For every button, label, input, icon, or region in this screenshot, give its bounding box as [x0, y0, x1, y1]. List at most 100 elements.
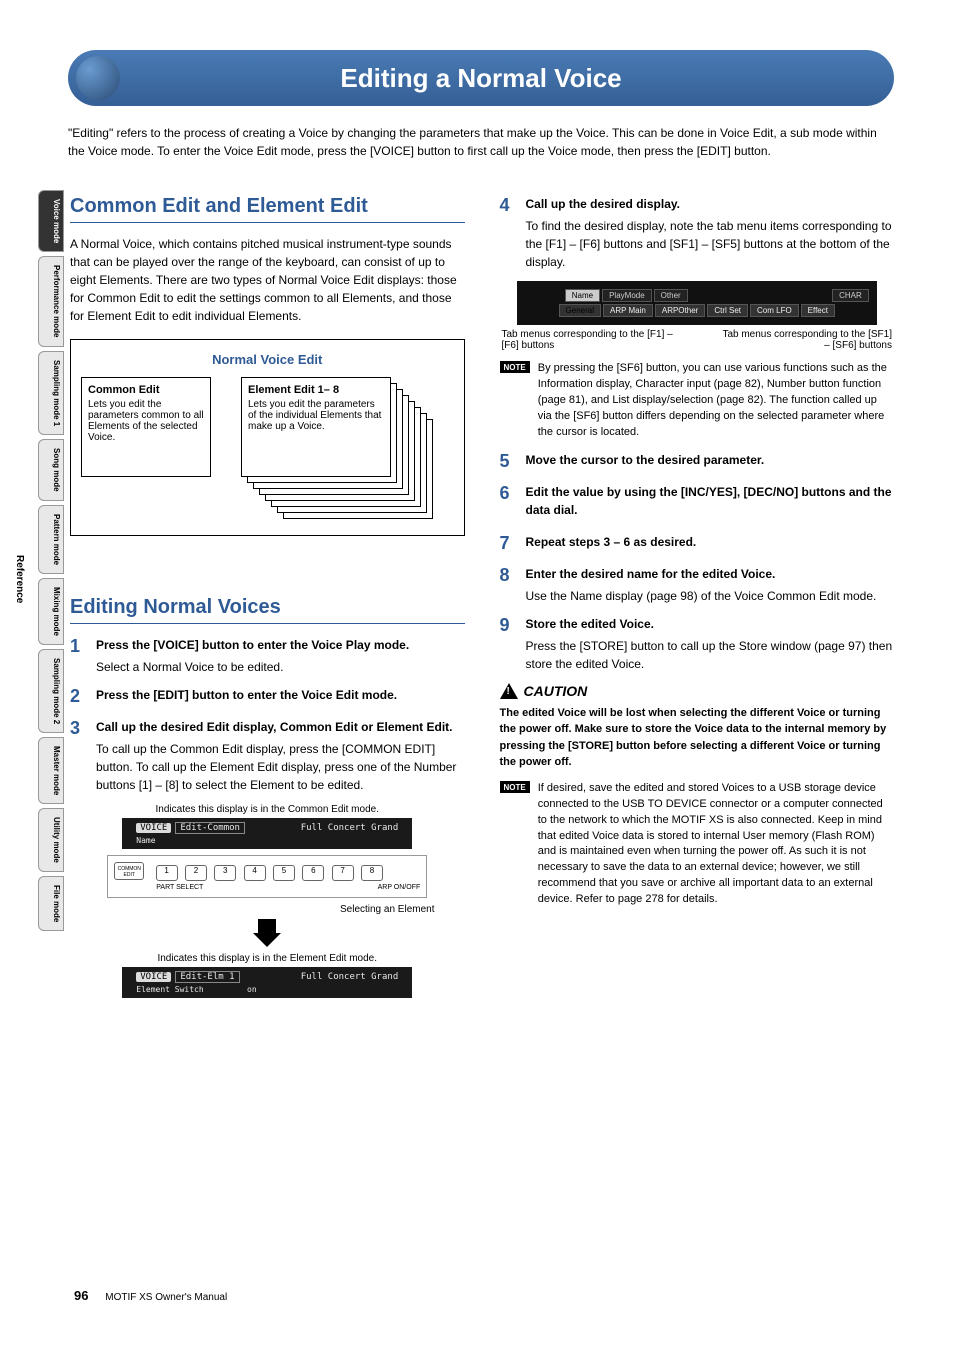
sidebar-tab-song[interactable]: Song mode [38, 439, 64, 501]
step-7: 7 Repeat steps 3 – 6 as desired. [500, 533, 895, 555]
common-edit-button[interactable]: COMMON EDIT [114, 862, 144, 880]
common-edit-description: A Normal Voice, which contains pitched m… [70, 235, 465, 325]
number-button-5[interactable]: 5 [273, 865, 295, 881]
sidebar-tab-utility[interactable]: Utility mode [38, 808, 64, 872]
number-button-4[interactable]: 4 [244, 865, 266, 881]
note-sf6-text: By pressing the [SF6] button, you can us… [538, 361, 894, 441]
caption-common-edit-mode: Indicates this display is in the Common … [70, 804, 465, 815]
page-title: Editing a Normal Voice [340, 63, 621, 94]
lcd1-preset-name: Full Concert Grand [301, 823, 399, 833]
sidebar-tab-sampling1[interactable]: Sampling mode 1 [38, 351, 64, 435]
label-arp-onoff: ARP ON/OFF [378, 884, 421, 891]
sidebar-tab-file[interactable]: File mode [38, 876, 64, 931]
sidebar-tab-pattern[interactable]: Pattern mode [38, 505, 64, 574]
lcd2-preset-name: Full Concert Grand [301, 972, 399, 982]
sidebar-tab-performance[interactable]: Performance mode [38, 256, 64, 346]
number-button-8[interactable]: 8 [361, 865, 383, 881]
caution-label: CAUTION [524, 683, 588, 699]
right-column: 4 Call up the desired display. To find t… [500, 195, 895, 998]
lcd-tabs-display: Name PlayMode Other CHAR General ARP Mai… [517, 281, 877, 325]
note-usb: NOTE If desired, save the edited and sto… [500, 781, 895, 909]
sidebar: Voice mode Performance mode Sampling mod… [38, 190, 64, 935]
step-4-body: To find the desired display, note the ta… [526, 217, 895, 271]
note-badge-icon: NOTE [500, 361, 530, 373]
tab-char[interactable]: CHAR [832, 289, 869, 302]
number-button-2[interactable]: 2 [185, 865, 207, 881]
note-badge-icon-2: NOTE [500, 781, 530, 793]
lcd-element-edit: VOICE Edit-Elm 1 Full Concert Grand Elem… [117, 967, 417, 998]
sidebar-tab-sampling2[interactable]: Sampling mode 2 [38, 649, 64, 733]
note-usb-text: If desired, save the edited and stored V… [538, 781, 894, 909]
heading-common-element: Common Edit and Element Edit [70, 195, 465, 223]
tab-effect[interactable]: Effect [801, 304, 835, 317]
number-button-7[interactable]: 7 [332, 865, 354, 881]
number-button-6[interactable]: 6 [302, 865, 324, 881]
step-4-number: 4 [500, 195, 518, 271]
reference-label: Reference [14, 555, 25, 603]
step-9-title: Store the edited Voice. [526, 615, 895, 633]
number-button-3[interactable]: 3 [214, 865, 236, 881]
lcd2-on: on [247, 985, 257, 994]
label-f1-f6: Tab menus corresponding to the [F1] – [F… [502, 329, 678, 351]
note-sf6: NOTE By pressing the [SF6] button, you c… [500, 361, 895, 441]
step-5-number: 5 [500, 451, 518, 473]
step-3-body: To call up the Common Edit display, pres… [96, 740, 465, 794]
label-selecting-element: Selecting an Element [70, 904, 435, 915]
step-5-title: Move the cursor to the desired parameter… [526, 451, 895, 469]
page-title-bar: Editing a Normal Voice [68, 50, 894, 106]
lcd1-row2: Name [136, 836, 398, 845]
step-2-number: 2 [70, 686, 88, 708]
lcd-common-edit: VOICE Edit-Common Full Concert Grand Nam… [117, 818, 417, 849]
tab-general[interactable]: General [559, 304, 601, 317]
label-sf1-sf6: Tab menus corresponding to the [SF1] – [… [716, 329, 892, 351]
tab-arp-other[interactable]: ARPOther [655, 304, 705, 317]
lcd1-voice: VOICE [136, 823, 171, 833]
button-row: COMMON EDIT 1 2 3 4 5 6 7 8 PART SELECT … [107, 855, 427, 898]
number-button-1[interactable]: 1 [156, 865, 178, 881]
element-edit-stack: Element Edit 1– 8 Lets you edit the para… [241, 377, 411, 517]
step-8-title: Enter the desired name for the edited Vo… [526, 565, 895, 583]
tab-arp-main[interactable]: ARP Main [603, 304, 653, 317]
step-3: 3 Call up the desired Edit display, Comm… [70, 718, 465, 794]
step-8: 8 Enter the desired name for the edited … [500, 565, 895, 605]
step-7-title: Repeat steps 3 – 6 as desired. [526, 533, 895, 551]
step-3-number: 3 [70, 718, 88, 794]
step-8-number: 8 [500, 565, 518, 605]
step-6: 6 Edit the value by using the [INC/YES],… [500, 483, 895, 523]
caution-heading: CAUTION [500, 683, 895, 699]
normal-voice-edit-diagram: Normal Voice Edit Common Edit Lets you e… [70, 339, 465, 536]
tab-name[interactable]: Name [565, 289, 600, 302]
step-4: 4 Call up the desired display. To find t… [500, 195, 895, 271]
arrow-down-tri-icon [253, 933, 281, 947]
caption-element-edit-mode: Indicates this display is in the Element… [70, 953, 465, 964]
caution-text: The edited Voice will be lost when selec… [500, 705, 895, 771]
step-9-number: 9 [500, 615, 518, 673]
page-number: 96 [74, 1288, 88, 1303]
step-1: 1 Press the [VOICE] button to enter the … [70, 636, 465, 676]
tab-other[interactable]: Other [654, 289, 688, 302]
step-1-number: 1 [70, 636, 88, 676]
step-5: 5 Move the cursor to the desired paramet… [500, 451, 895, 473]
step-8-body: Use the Name display (page 98) of the Vo… [526, 587, 895, 605]
common-edit-box: Common Edit Lets you edit the parameters… [81, 377, 211, 477]
element-edit-box-text: Lets you edit the parameters of the indi… [248, 399, 384, 432]
lcd2-element-switch: Element Switch [136, 985, 203, 994]
tab-com-lfo[interactable]: Com LFO [750, 304, 799, 317]
sidebar-tab-master[interactable]: Master mode [38, 737, 64, 804]
sidebar-tab-mixing[interactable]: Mixing mode [38, 578, 64, 645]
step-4-title: Call up the desired display. [526, 195, 895, 213]
caution-icon [500, 683, 518, 699]
step-9-body: Press the [STORE] button to call up the … [526, 637, 895, 673]
tab-playmode[interactable]: PlayMode [602, 289, 652, 302]
sidebar-tab-voice[interactable]: Voice mode [38, 190, 64, 252]
step-3-title: Call up the desired Edit display, Common… [96, 718, 465, 736]
lcd2-voice: VOICE [136, 972, 171, 982]
step-7-number: 7 [500, 533, 518, 555]
common-edit-box-text: Lets you edit the parameters common to a… [88, 399, 204, 443]
heading-editing-normal: Editing Normal Voices [70, 596, 465, 624]
label-part-select: PART SELECT [156, 884, 203, 891]
left-column: Common Edit and Element Edit A Normal Vo… [70, 195, 465, 998]
step-6-title: Edit the value by using the [INC/YES], [… [526, 483, 895, 519]
tab-ctrl-set[interactable]: Ctrl Set [707, 304, 748, 317]
step-2-title: Press the [EDIT] button to enter the Voi… [96, 686, 465, 704]
